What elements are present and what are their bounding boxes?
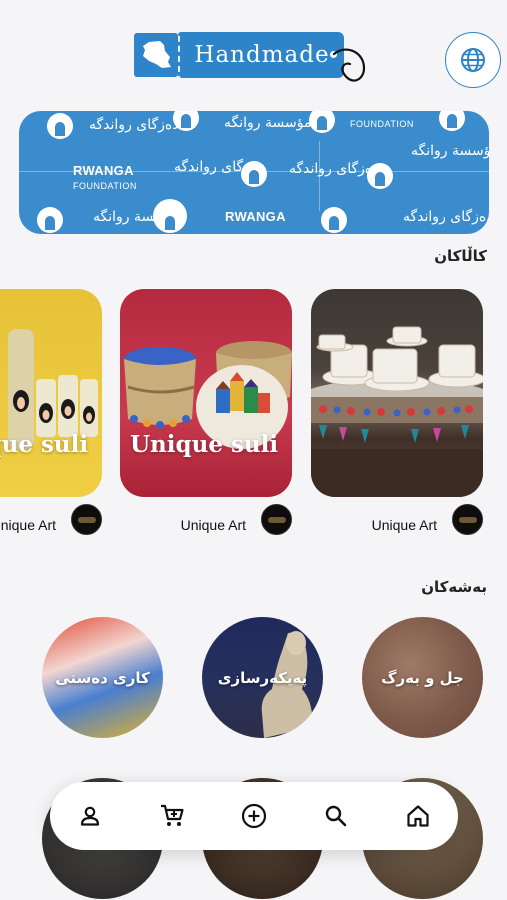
search-icon bbox=[325, 805, 347, 827]
sponsor-banner[interactable]: دەزگای رواندگە مؤسسة روانگە FOUNDATION R… bbox=[19, 111, 489, 234]
bottom-navigation bbox=[50, 782, 458, 850]
banner-kurdish-text: دەزگای رواندگە bbox=[89, 117, 179, 133]
rwanga-logo-icon bbox=[439, 111, 465, 131]
rwanga-logo-icon bbox=[309, 111, 335, 133]
category-clothing[interactable]: جل و بەرگ bbox=[362, 617, 483, 738]
category-label: پەیکەرسازی bbox=[217, 668, 308, 687]
product-image[interactable]: Unique suli bbox=[120, 289, 292, 497]
rwanga-logo-icon bbox=[37, 207, 63, 233]
category-label: کاری دەستی bbox=[55, 668, 150, 687]
product-name[interactable]: Unique Art bbox=[372, 517, 437, 533]
product-name[interactable]: Unique Art bbox=[181, 517, 246, 533]
banner-org-sub: FOUNDATION bbox=[73, 181, 137, 191]
rwanga-logo-icon bbox=[241, 161, 267, 187]
product-card[interactable]: Unique suli Unique Art bbox=[120, 289, 292, 535]
home-icon bbox=[407, 805, 429, 827]
rwanga-logo-icon bbox=[153, 199, 187, 233]
rwanga-logo-icon bbox=[173, 111, 199, 131]
categories-section-title: بەشەکان bbox=[421, 578, 487, 596]
cart-button[interactable] bbox=[154, 798, 190, 834]
baskets-illustration bbox=[124, 341, 292, 449]
banner-kurdish-text: دەزگای رواندگە bbox=[403, 209, 489, 225]
seller-avatar[interactable] bbox=[71, 504, 102, 535]
category-handicraft[interactable]: کاری دەستی bbox=[42, 617, 163, 738]
search-button[interactable] bbox=[318, 798, 354, 834]
products-carousel[interactable]: Unique Art Unique suli Unique Art ue sul… bbox=[0, 289, 507, 539]
iraq-map-icon bbox=[134, 33, 178, 77]
cart-icon bbox=[161, 804, 184, 826]
app-header: Handmade bbox=[0, 0, 507, 100]
rwanga-logo-icon bbox=[367, 163, 393, 189]
product-card[interactable]: Unique suli Unique Art bbox=[0, 289, 102, 535]
home-button[interactable] bbox=[400, 798, 436, 834]
product-watermark: Unique suli bbox=[130, 431, 279, 458]
category-sculpture[interactable]: پەیکەرسازی bbox=[202, 617, 323, 738]
add-icon bbox=[241, 803, 267, 829]
product-image[interactable]: Unique suli bbox=[0, 289, 102, 497]
product-card[interactable]: Unique Art bbox=[311, 289, 483, 535]
banner-org-sub: FOUNDATION bbox=[350, 119, 414, 129]
profile-button[interactable] bbox=[72, 798, 108, 834]
language-button[interactable] bbox=[445, 32, 501, 88]
products-section-title: کاڵاکان bbox=[434, 247, 487, 265]
banner-kurdish-text: دەزگای رواندگە bbox=[289, 161, 379, 177]
handmade-logo: Handmade bbox=[134, 30, 374, 90]
banner-org-name: RWANGA bbox=[225, 209, 286, 224]
profile-icon bbox=[80, 806, 100, 826]
seller-avatar[interactable] bbox=[452, 504, 483, 535]
seller-avatar[interactable] bbox=[261, 504, 292, 535]
product-name[interactable]: Unique Art bbox=[0, 517, 56, 533]
product-image[interactable] bbox=[311, 289, 483, 497]
globe-icon bbox=[461, 48, 485, 72]
painted-glasses-illustration bbox=[8, 329, 98, 449]
category-label: جل و بەرگ bbox=[381, 668, 464, 687]
banner-arabic-text: مؤسسة روانگە bbox=[224, 115, 312, 131]
tag-string-icon bbox=[332, 48, 366, 82]
logo-text: Handmade bbox=[178, 32, 344, 78]
banner-arabic-text: مؤسسة روانگە bbox=[411, 143, 489, 159]
banner-org-name: RWANGA bbox=[73, 163, 134, 178]
rwanga-logo-icon bbox=[47, 113, 73, 139]
rwanga-logo-icon bbox=[321, 207, 347, 233]
add-button[interactable] bbox=[236, 798, 272, 834]
product-watermark: Unique suli bbox=[0, 431, 89, 458]
coffee-cups-illustration bbox=[311, 326, 483, 497]
